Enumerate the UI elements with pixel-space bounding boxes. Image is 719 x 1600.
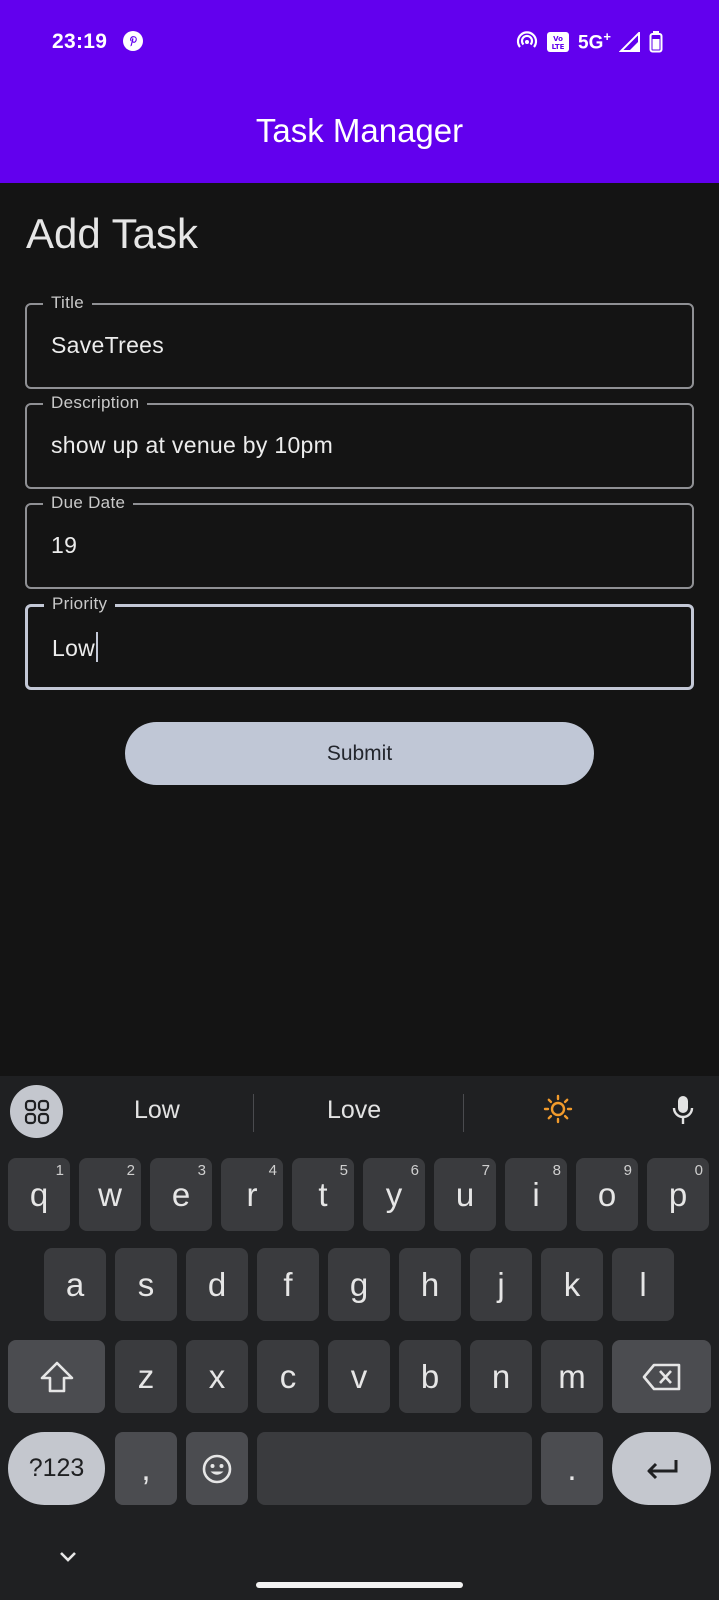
- app-title: Task Manager: [255, 112, 464, 149]
- key-r[interactable]: r4: [221, 1158, 283, 1231]
- key-q[interactable]: q1: [8, 1158, 70, 1231]
- due-date-field[interactable]: Due Date 19: [25, 493, 694, 589]
- microphone-icon[interactable]: [671, 1094, 695, 1126]
- pinterest-icon: [123, 31, 143, 51]
- title-field[interactable]: Title SaveTrees: [25, 293, 694, 389]
- apps-grid-icon: [24, 1099, 49, 1124]
- volte-icon: Vo LTE: [547, 32, 570, 52]
- priority-label: Priority: [44, 594, 116, 614]
- suggestion-strip: Low Love: [0, 1076, 719, 1148]
- suggestion-1[interactable]: Low: [134, 1096, 180, 1125]
- suggestion-divider: [253, 1094, 254, 1132]
- keyboard-menu-button[interactable]: [10, 1085, 63, 1138]
- description-field[interactable]: Description show up at venue by 10pm: [25, 393, 694, 489]
- key-n[interactable]: n: [470, 1340, 532, 1413]
- battery-icon: [649, 31, 663, 53]
- svg-text:LTE: LTE: [552, 43, 565, 51]
- key-s[interactable]: s: [115, 1248, 177, 1321]
- key-k[interactable]: k: [541, 1248, 603, 1321]
- description-label: Description: [43, 393, 148, 413]
- gesture-nav-bar[interactable]: [256, 1582, 463, 1588]
- space-key[interactable]: [257, 1432, 532, 1505]
- key-z[interactable]: z: [115, 1340, 177, 1413]
- status-icons: Vo LTE 5G+: [516, 29, 663, 54]
- symbols-key[interactable]: ?123: [8, 1432, 105, 1505]
- key-i[interactable]: i8: [505, 1158, 567, 1231]
- key-p[interactable]: p0: [647, 1158, 709, 1231]
- key-f[interactable]: f: [257, 1248, 319, 1321]
- chevron-down-icon[interactable]: [58, 1550, 78, 1564]
- key-o[interactable]: o9: [576, 1158, 638, 1231]
- key-t[interactable]: t5: [292, 1158, 354, 1231]
- text-cursor: [96, 632, 99, 662]
- network-type: 5G+: [578, 29, 611, 54]
- backspace-icon: [642, 1363, 680, 1390]
- due-date-value: 19: [51, 532, 78, 558]
- priority-value: Low: [52, 635, 96, 661]
- key-w[interactable]: w2: [79, 1158, 141, 1231]
- key-h[interactable]: h: [399, 1248, 461, 1321]
- key-a[interactable]: a: [44, 1248, 106, 1321]
- suggestion-2[interactable]: Love: [327, 1096, 381, 1125]
- shift-key[interactable]: [8, 1340, 105, 1413]
- app-header: 23:19 Vo LTE 5G+ Task Manager: [0, 0, 719, 183]
- key-g[interactable]: g: [328, 1248, 390, 1321]
- key-b[interactable]: b: [399, 1340, 461, 1413]
- key-l[interactable]: l: [612, 1248, 674, 1321]
- suggestion-divider: [463, 1094, 464, 1132]
- backspace-key[interactable]: [612, 1340, 711, 1413]
- period-key[interactable]: .: [541, 1432, 603, 1505]
- emoji-key[interactable]: [186, 1432, 248, 1505]
- submit-button[interactable]: Submit: [125, 722, 594, 785]
- hotspot-icon: [517, 31, 538, 48]
- key-d[interactable]: d: [186, 1248, 248, 1321]
- key-e[interactable]: e3: [150, 1158, 212, 1231]
- emoji-icon: [202, 1454, 232, 1483]
- title-value: SaveTrees: [51, 332, 165, 358]
- due-date-label: Due Date: [43, 493, 134, 513]
- key-j[interactable]: j: [470, 1248, 532, 1321]
- comma-key[interactable]: ,: [115, 1432, 177, 1505]
- key-c[interactable]: c: [257, 1340, 319, 1413]
- key-y[interactable]: y6: [363, 1158, 425, 1231]
- key-u[interactable]: u7: [434, 1158, 496, 1231]
- key-x[interactable]: x: [186, 1340, 248, 1413]
- shift-icon: [40, 1361, 73, 1392]
- priority-field[interactable]: Priority Low: [25, 594, 694, 690]
- page-title: Add Task: [26, 210, 198, 257]
- enter-icon: [647, 1459, 677, 1479]
- status-time: 23:19: [52, 30, 108, 53]
- signal-icon: [619, 32, 640, 52]
- description-value: show up at venue by 10pm: [51, 432, 334, 458]
- priority-value-wrap: Low: [52, 632, 99, 662]
- svg-text:Vo: Vo: [553, 35, 563, 43]
- soft-keyboard: Low Love q1 w2 e3 r4 t5 y6 u7 i8 o9 p0 a…: [0, 1076, 719, 1600]
- enter-key[interactable]: [612, 1432, 711, 1505]
- key-m[interactable]: m: [541, 1340, 603, 1413]
- title-label: Title: [43, 293, 92, 313]
- sun-icon[interactable]: [543, 1094, 573, 1124]
- key-v[interactable]: v: [328, 1340, 390, 1413]
